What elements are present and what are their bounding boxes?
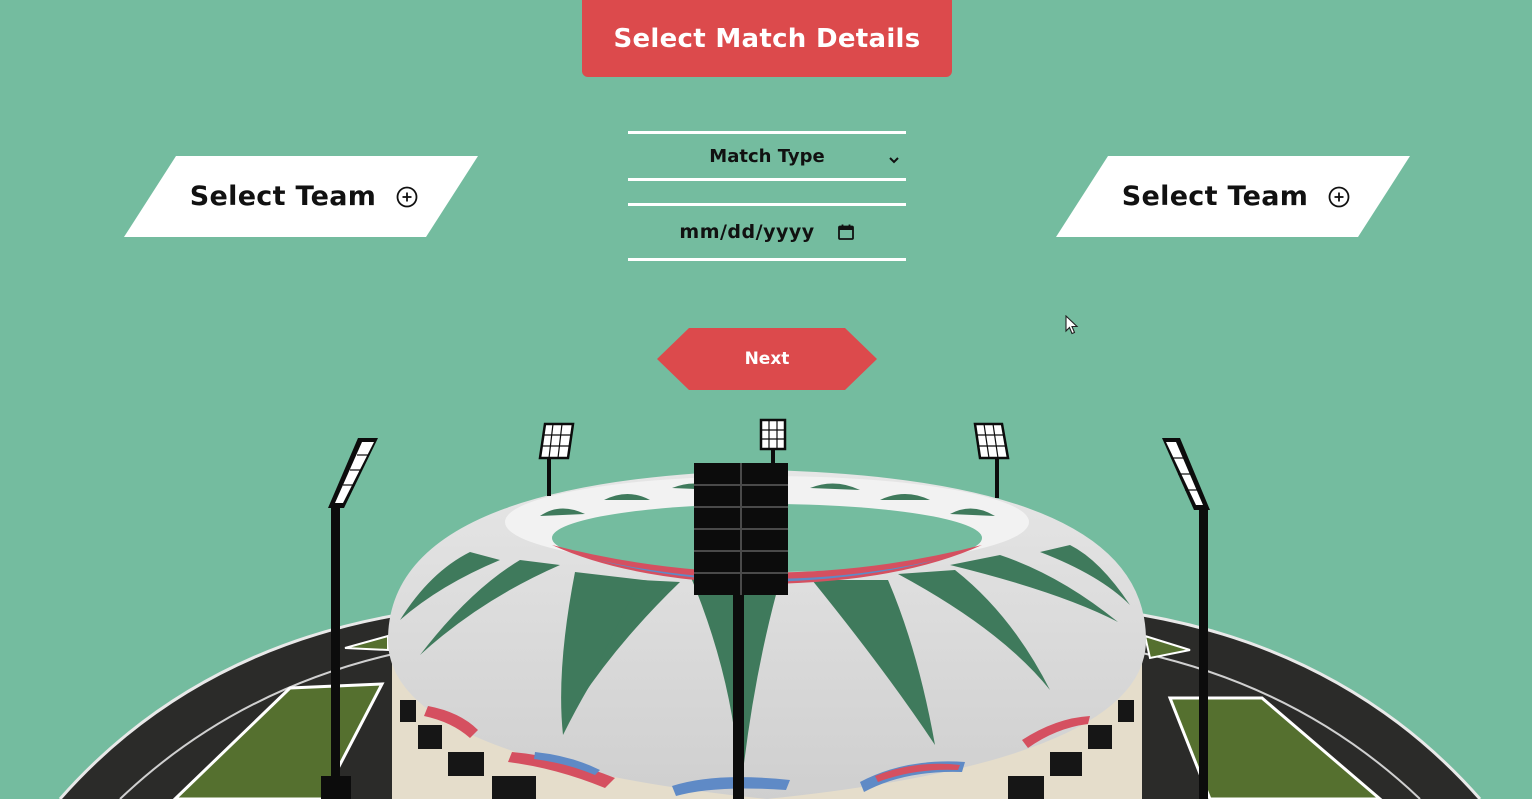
stadium-illustration <box>58 418 1482 799</box>
match-type-value: Match Type <box>709 145 825 167</box>
calendar-icon[interactable] <box>837 223 855 241</box>
select-team-right-button[interactable]: Select Team <box>1056 156 1410 237</box>
select-team-right-label: Select Team <box>1121 181 1309 212</box>
plus-circle-icon <box>1328 186 1350 208</box>
page-title-text: Select Match Details <box>613 23 921 54</box>
select-team-left-button[interactable]: Select Team <box>124 156 478 237</box>
next-button[interactable]: Next <box>657 328 877 390</box>
plus-circle-icon <box>396 186 418 208</box>
match-type-select[interactable]: Match Type <box>628 131 906 181</box>
chevron-down-icon <box>888 150 900 164</box>
next-button-label: Next <box>744 349 790 369</box>
match-date-value: mm/dd/yyyy <box>679 221 815 243</box>
page-title: Select Match Details <box>582 0 952 77</box>
mouse-cursor-icon <box>1065 315 1079 335</box>
select-team-left-label: Select Team <box>189 181 377 212</box>
match-date-input[interactable]: mm/dd/yyyy <box>628 203 906 261</box>
